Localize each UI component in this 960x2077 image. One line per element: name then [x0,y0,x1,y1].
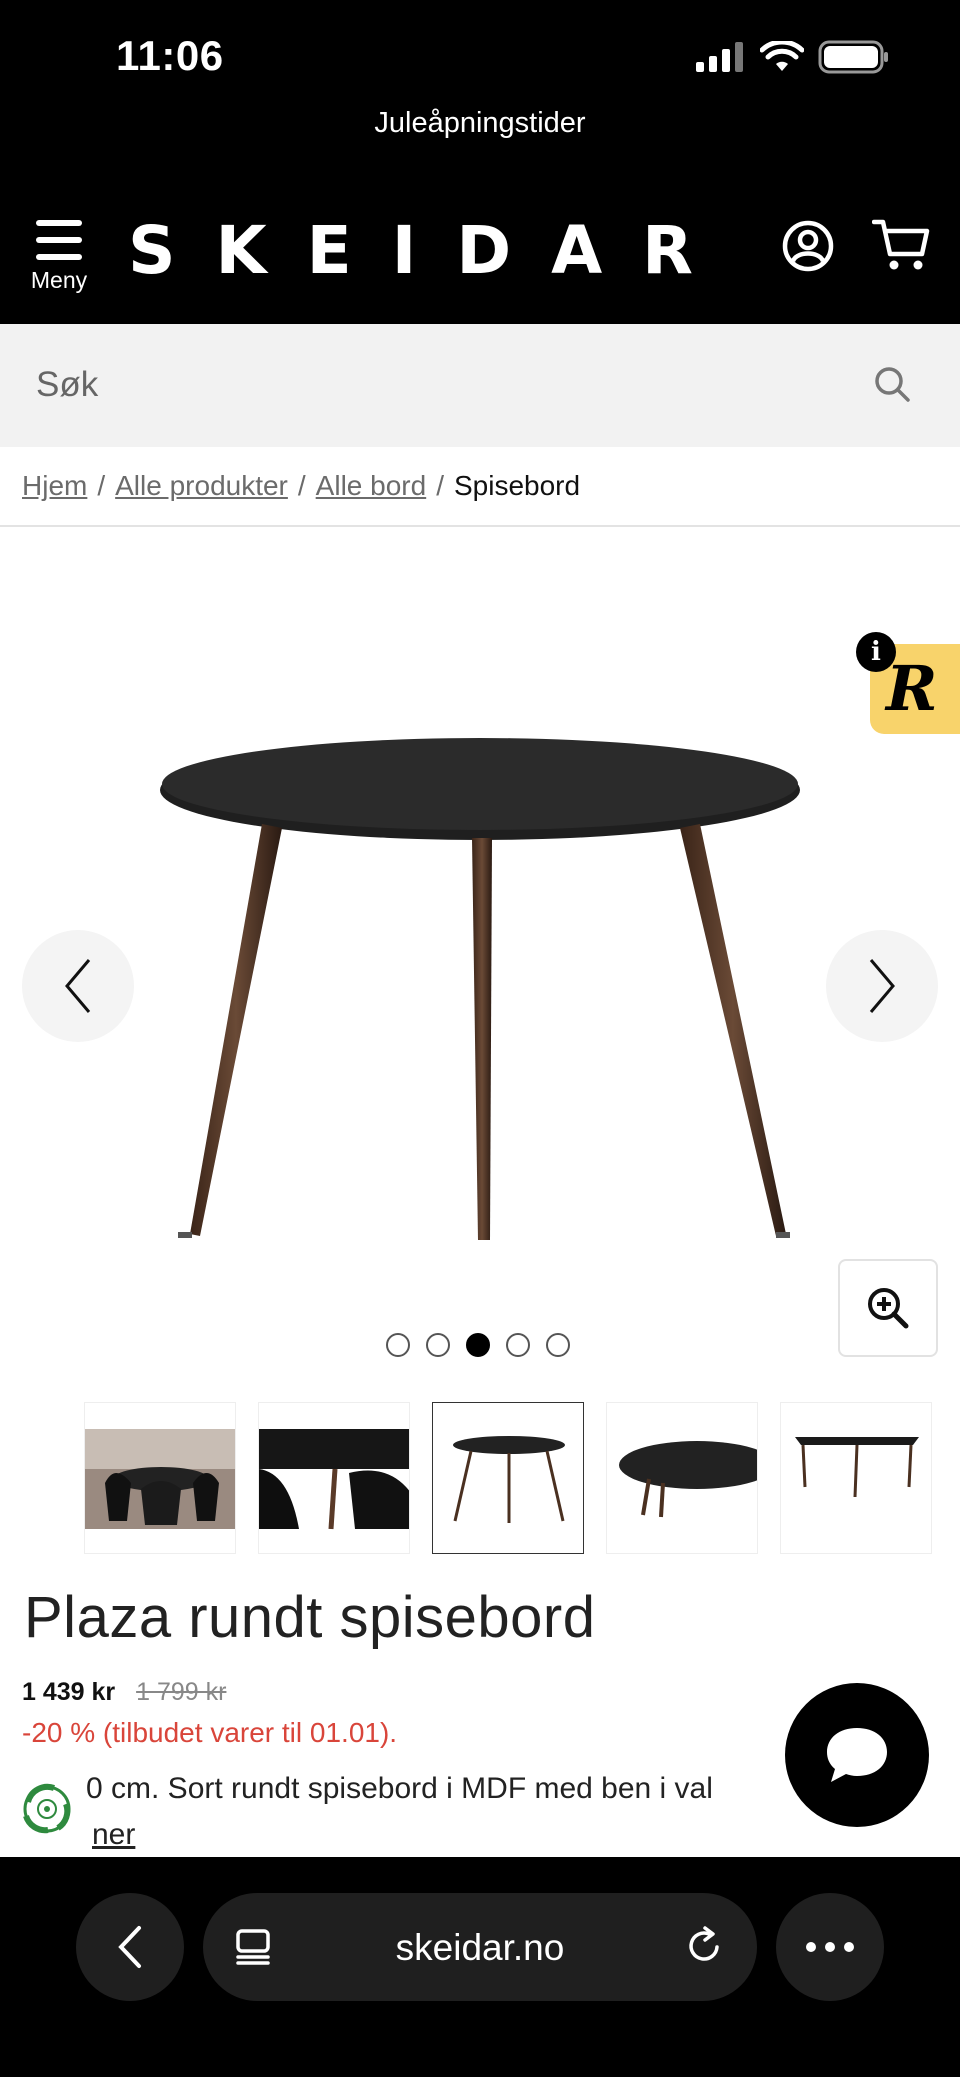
chevron-left-icon [118,1926,141,1968]
price-row: 1 439 kr 1 799 kr [22,1678,226,1707]
thumbnail[interactable] [84,1402,236,1554]
thumbnail-image [85,1429,235,1529]
hamburger-icon [26,220,92,260]
original-price: 1 799 kr [136,1678,227,1706]
product-gallery [0,528,960,1348]
url-text: skeidar.no [395,1927,565,1968]
read-more-link[interactable]: ner [92,1818,135,1852]
thumbnail-image [619,1441,757,1518]
thumbnail-strip [84,1402,932,1554]
site-logo[interactable]: SKEIDAR [128,212,733,289]
breadcrumb-home[interactable]: Hjem [22,470,87,501]
breadcrumb-current: Spisebord [453,470,581,501]
menu-button[interactable]: Meny [26,220,92,294]
browser-back-button[interactable] [76,1893,184,2001]
promo-banner[interactable]: Juleåpningstider [0,100,960,160]
gallery-dot[interactable] [506,1333,530,1357]
breadcrumb-all-tables[interactable]: Alle bord [316,470,427,501]
reload-icon[interactable] [683,1925,725,1967]
more-options-button[interactable] [776,1893,884,2001]
zoom-in-icon [868,1288,909,1329]
divider [0,525,960,527]
breadcrumb: Hjem / Alle produkter / Alle bord / Spisebord [22,470,581,501]
product-image [160,738,800,1240]
chat-bubble-icon [827,1728,887,1782]
search-icon[interactable] [872,364,912,404]
review-badge-letter: R [886,652,938,725]
cart-icon[interactable] [872,218,930,272]
gallery-dot[interactable] [386,1333,410,1357]
browser-toolbar: skeidar.no [0,1857,960,2077]
product-description: 0 cm. Sort rundt spisebord i MDF med ben… [86,1772,713,1805]
gallery-pagination [386,1333,570,1357]
menu-label: Meny [30,267,88,293]
thumbnail[interactable] [258,1402,410,1554]
status-icons [696,40,890,74]
zoom-button[interactable] [838,1259,938,1357]
gallery-dot-active[interactable] [466,1333,490,1357]
current-price: 1 439 kr [22,1678,116,1706]
address-bar[interactable]: skeidar.no [203,1893,757,2001]
thumbnail-image [453,1436,565,1523]
gallery-dot[interactable] [546,1333,570,1357]
user-account-icon[interactable] [782,220,834,272]
status-bar: 11:06 [0,0,960,110]
search-input[interactable] [36,354,836,416]
breadcrumb-all-products[interactable]: Alle produkter [115,470,288,501]
info-icon[interactable]: i [856,632,896,672]
thumbnail-selected[interactable] [432,1402,584,1554]
more-dots-icon [806,1942,816,1952]
signal-icon [696,42,743,72]
thumbnail[interactable] [606,1402,758,1554]
thumbnail[interactable] [780,1402,932,1554]
recycle-icon[interactable] [14,1776,80,1842]
chevron-left-icon [65,959,91,1013]
product-title: Plaza rundt spisebord [24,1585,596,1650]
thumbnail-image [795,1437,919,1498]
gallery-next-button[interactable] [826,930,938,1042]
site-header: Meny SKEIDAR [0,160,960,324]
search-bar [0,324,960,447]
status-time: 11:06 [116,32,224,79]
discount-text: -20 % (tilbudet varer til 01.01). [22,1717,398,1748]
wifi-icon [760,41,804,71]
gallery-prev-button[interactable] [22,930,134,1042]
chevron-right-icon [869,959,895,1013]
gallery-dot[interactable] [426,1333,450,1357]
chat-button[interactable] [785,1683,929,1827]
battery-icon [818,40,888,74]
thumbnail-image [259,1429,409,1530]
